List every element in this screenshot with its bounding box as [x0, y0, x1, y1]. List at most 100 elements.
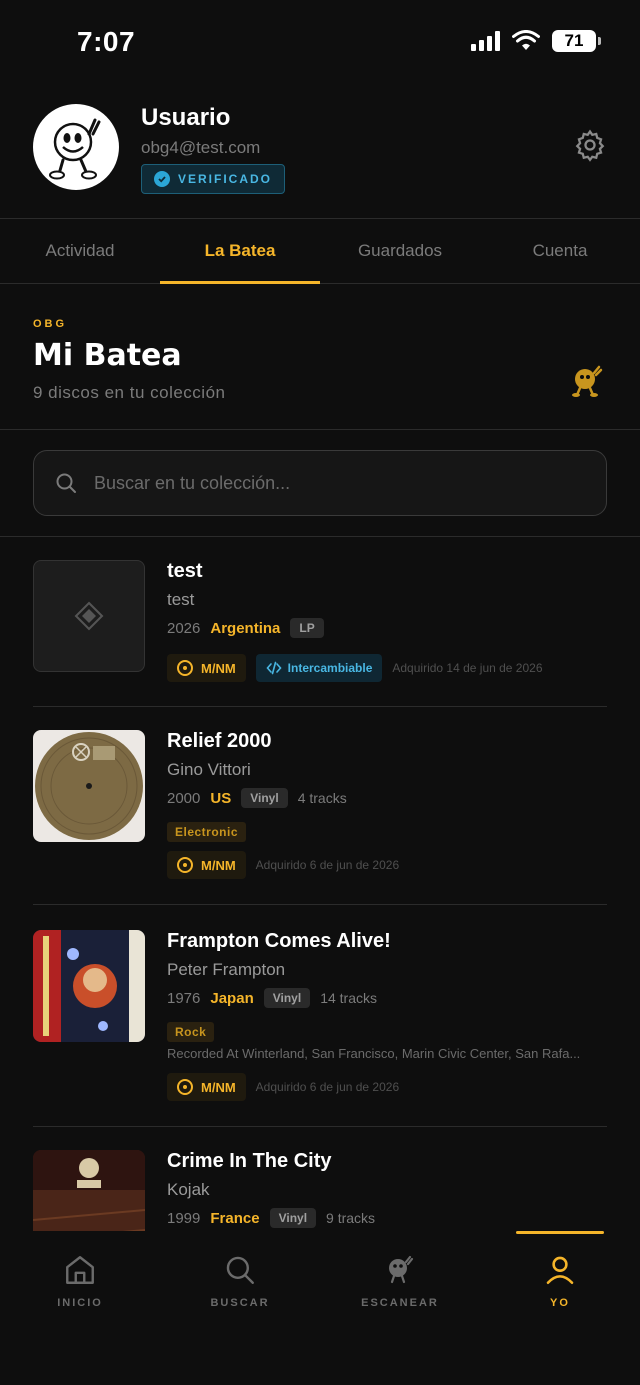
- divider: [33, 904, 607, 905]
- record-artist: test: [167, 590, 195, 609]
- nav-yo[interactable]: YO: [480, 1253, 640, 1309]
- avatar[interactable]: [33, 104, 119, 190]
- nav-inicio[interactable]: INICIO: [0, 1253, 160, 1309]
- code-icon: [266, 661, 282, 675]
- collection-count: 9 discos en tu colección: [33, 383, 226, 402]
- record-year: 2026: [167, 619, 201, 637]
- record-country: France: [210, 1209, 260, 1227]
- divider: [0, 429, 640, 430]
- nav-label: YO: [550, 1297, 570, 1309]
- record-title: test: [167, 560, 203, 582]
- condition-label: M/NM: [201, 1079, 236, 1095]
- record-format: Vinyl: [241, 788, 288, 808]
- record-tracks: 9 tracks: [326, 1210, 376, 1226]
- section-eyebrow: OBG: [33, 318, 68, 330]
- record-meta: 2026 Argentina LP: [167, 618, 324, 638]
- nav-label: INICIO: [57, 1297, 103, 1309]
- tab-guardados[interactable]: Guardados: [320, 219, 480, 283]
- wifi-icon: [512, 30, 540, 50]
- user-email: obg4@test.com: [141, 138, 261, 157]
- record-notes: Recorded At Winterland, San Francisco, M…: [167, 1046, 581, 1061]
- list-item[interactable]: Crime In The City Kojak 1999 France Viny…: [33, 1150, 607, 1231]
- condition-badge: M/NM: [167, 654, 246, 682]
- vinyl-icon: [177, 857, 193, 873]
- genre-tag: Electronic: [167, 822, 247, 842]
- search-input[interactable]: [94, 472, 574, 494]
- tab-cuenta[interactable]: Cuenta: [480, 219, 640, 283]
- nav-escanear[interactable]: ESCANEAR: [320, 1253, 480, 1309]
- album-cover: [33, 1150, 145, 1231]
- nav-label: ESCANEAR: [361, 1297, 439, 1309]
- signal-icon: [471, 31, 500, 51]
- condition-label: M/NM: [201, 660, 236, 676]
- page-title: Mi Batea: [33, 338, 182, 373]
- frampton-cover-art: [33, 930, 145, 1042]
- record-status-row: M/NM Intercambiable Adquirido 14 de jun …: [167, 654, 543, 682]
- album-cover: [33, 930, 145, 1042]
- record-tracks: 4 tracks: [297, 790, 347, 806]
- record-meta: 1976 Japan Vinyl 14 tracks: [167, 988, 377, 1008]
- search-icon: [56, 473, 76, 493]
- record-country: Japan: [210, 989, 254, 1007]
- condition-badge: M/NM: [167, 1073, 246, 1101]
- record-meta: 2000 US Vinyl 4 tracks: [167, 788, 347, 808]
- record-title: Relief 2000: [167, 730, 272, 752]
- status-icons: 71: [471, 30, 601, 52]
- nav-buscar[interactable]: BUSCAR: [160, 1253, 320, 1309]
- genre-tag: Rock: [167, 1022, 215, 1042]
- record-country: US: [210, 789, 232, 807]
- scan-icon: [389, 1255, 414, 1284]
- tab-actividad[interactable]: Actividad: [0, 219, 160, 283]
- record-meta: 1999 France Vinyl 9 tracks: [167, 1208, 375, 1228]
- divider: [33, 706, 607, 707]
- record-title: Crime In The City: [167, 1150, 332, 1172]
- battery-indicator: 71: [552, 30, 601, 52]
- diamond-icon: [74, 601, 104, 631]
- user-icon: [546, 1256, 574, 1285]
- bottom-nav: INICIO BUSCAR ESCANEAR YO: [0, 1231, 640, 1385]
- record-artist: Kojak: [167, 1180, 210, 1199]
- kojak-cover-art: [33, 1150, 145, 1231]
- record-year: 1999: [167, 1209, 201, 1227]
- record-artist: Gino Vittori: [167, 760, 251, 779]
- record-format: Vinyl: [263, 988, 311, 1008]
- list-item[interactable]: Frampton Comes Alive! Peter Frampton 197…: [33, 930, 607, 1120]
- vinyl-icon: [177, 660, 193, 676]
- check-icon: [154, 171, 170, 187]
- status-bar: 7:07 71: [0, 0, 640, 84]
- record-year: 2000: [167, 789, 201, 807]
- user-name: Usuario: [141, 104, 231, 131]
- album-cover: [33, 730, 145, 842]
- verified-label: VERIFICADO: [178, 172, 273, 186]
- search-icon: [226, 1256, 254, 1284]
- mascot-avatar-icon: [49, 118, 101, 180]
- record-title: Frampton Comes Alive!: [167, 930, 391, 952]
- acquired-date: Adquirido 6 de jun de 2026: [255, 1080, 400, 1094]
- list-item[interactable]: Relief 2000 Gino Vittori 2000 US Vinyl 4…: [33, 730, 607, 910]
- gear-icon[interactable]: [573, 128, 607, 162]
- record-format: Vinyl: [269, 1208, 317, 1228]
- condition-label: M/NM: [201, 857, 236, 873]
- vinyl-record-art: [35, 732, 143, 840]
- nav-active-indicator: [516, 1231, 604, 1234]
- tab-la-batea[interactable]: La Batea: [160, 219, 320, 284]
- profile-tabs: Actividad La Batea Guardados Cuenta: [0, 218, 640, 284]
- verified-badge: VERIFICADO: [141, 164, 286, 194]
- record-year: 1976: [167, 989, 201, 1007]
- status-time: 7:07: [77, 26, 136, 57]
- profile-header: Usuario obg4@test.com VERIFICADO: [33, 104, 607, 196]
- condition-badge: M/NM: [167, 851, 246, 879]
- collection-list: test test 2026 Argentina LP M/NM Interca…: [0, 537, 640, 1231]
- nav-label: BUSCAR: [210, 1297, 270, 1309]
- record-status-row: M/NM Adquirido 6 de jun de 2026: [167, 1073, 399, 1101]
- tradeable-label: Intercambiable: [287, 661, 373, 675]
- list-item[interactable]: test test 2026 Argentina LP M/NM Interca…: [33, 560, 607, 710]
- record-status-row: M/NM Adquirido 6 de jun de 2026: [167, 851, 399, 879]
- acquired-date: Adquirido 14 de jun de 2026: [392, 661, 543, 675]
- record-artist: Peter Frampton: [167, 960, 286, 979]
- record-country: Argentina: [210, 619, 281, 637]
- record-tracks: 14 tracks: [320, 990, 378, 1006]
- acquired-date: Adquirido 6 de jun de 2026: [255, 858, 400, 872]
- search-box[interactable]: [33, 450, 607, 516]
- tradeable-badge: Intercambiable: [255, 654, 383, 682]
